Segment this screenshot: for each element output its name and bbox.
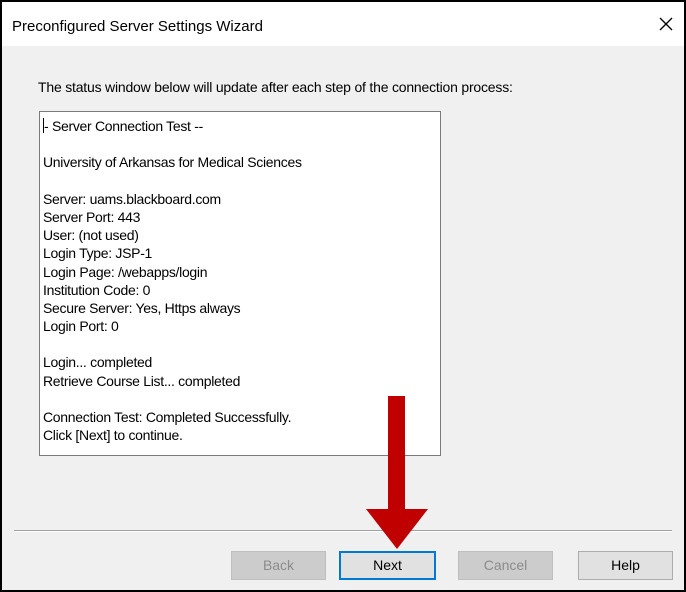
status-line: Retrieve Course List... completed [43, 372, 437, 390]
back-button[interactable]: Back [231, 551, 326, 580]
status-line: Server: uams.blackboard.com [43, 190, 437, 208]
status-line: User: (not used) [43, 226, 437, 244]
status-line: Login... completed [43, 353, 437, 371]
status-line-text: User: (not used) [43, 227, 139, 244]
cancel-button[interactable]: Cancel [458, 551, 553, 580]
status-line-text: University of Arkansas for Medical Scien… [43, 154, 302, 171]
status-line-text: Server Port: 443 [43, 208, 141, 225]
next-button[interactable]: Next [339, 551, 436, 580]
status-line-text: Retrieve Course List... completed [43, 372, 241, 389]
status-line-text: Secure Server: Yes, Https always [43, 299, 241, 316]
window-title: Preconfigured Server Settings Wizard [12, 18, 263, 35]
status-line: Server Port: 443 [43, 208, 437, 226]
instruction-text: The status window below will update afte… [38, 79, 513, 95]
status-line-text: Login Port: 0 [43, 318, 119, 335]
status-line: Secure Server: Yes, Https always [43, 299, 437, 317]
status-line: Login Port: 0 [43, 317, 437, 335]
wizard-window: Preconfigured Server Settings Wizard The… [0, 0, 686, 592]
status-line-text: Login Page: /webapps/login [43, 263, 208, 280]
status-line: - Server Connection Test -- [43, 117, 437, 135]
status-line: University of Arkansas for Medical Scien… [43, 153, 437, 171]
status-line-text: Server: uams.blackboard.com [43, 190, 221, 207]
status-line-text: Click [Next] to continue. [43, 427, 183, 444]
close-icon[interactable] [654, 12, 678, 36]
status-blank-line [43, 172, 437, 190]
status-line-text: Connection Test: Completed Successfully. [43, 409, 292, 425]
title-bar: Preconfigured Server Settings Wizard [2, 2, 684, 46]
status-blank-line [43, 135, 437, 153]
status-line: Login Page: /webapps/login [43, 263, 437, 281]
status-line-text: Login... completed [43, 354, 153, 371]
status-blank-line [43, 335, 437, 353]
down-arrow-icon [366, 396, 428, 549]
separator [14, 530, 672, 532]
status-line: Institution Code: 0 [43, 281, 437, 299]
status-line-text: Institution Code: 0 [43, 281, 151, 298]
status-line: Login Type: JSP-1 [43, 244, 437, 262]
status-line-text: Login Type: JSP-1 [43, 245, 153, 262]
help-button[interactable]: Help [578, 551, 673, 580]
status-line-text: - Server Connection Test -- [44, 118, 203, 134]
